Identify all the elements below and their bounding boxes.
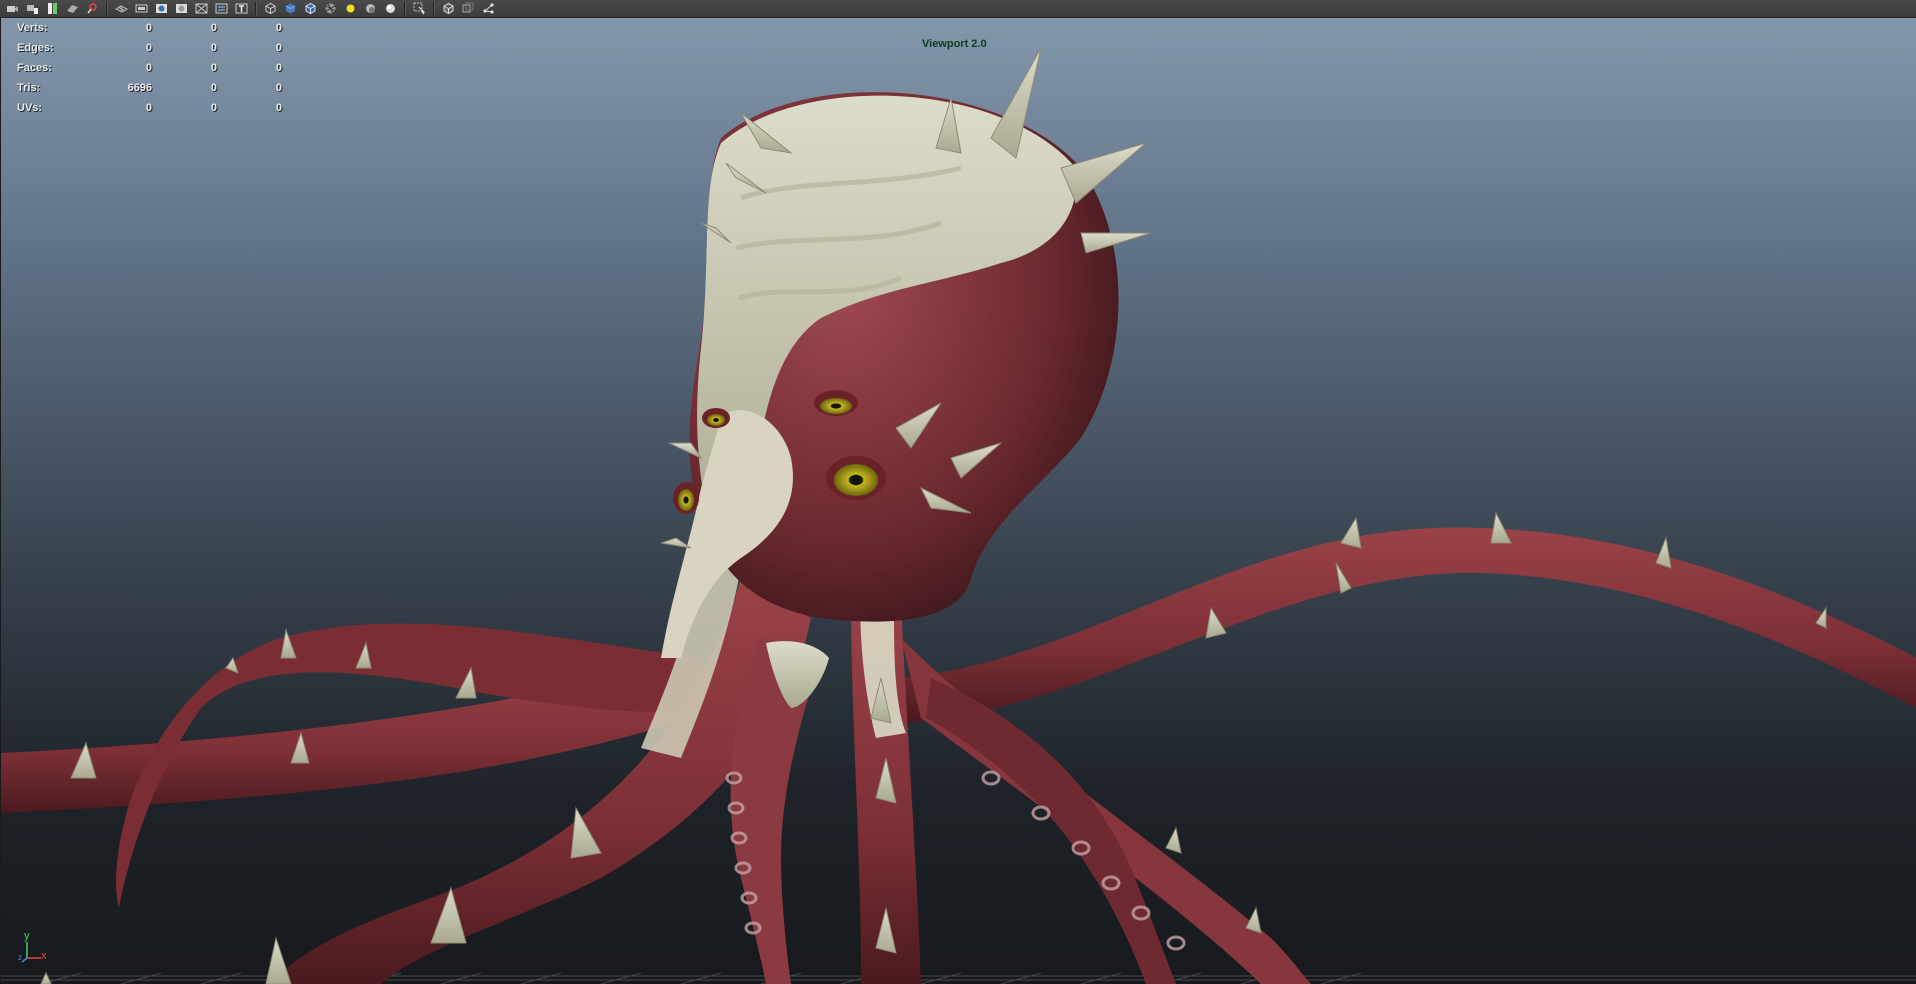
ambient-occlusion-icon[interactable] <box>382 1 398 16</box>
hud-value: 0 <box>275 22 282 34</box>
hud-value: 0 <box>145 22 152 34</box>
3d-viewport[interactable]: Verts: 0 0 0 Edges: 0 0 0 Faces: 0 0 0 T… <box>0 18 1916 984</box>
poly-count-hud: Verts: 0 0 0 Edges: 0 0 0 Faces: 0 0 0 T… <box>17 18 282 118</box>
toolbar-separator <box>106 2 108 15</box>
hud-row-faces: Faces: 0 0 0 <box>17 58 282 78</box>
hud-value: 0 <box>210 62 217 74</box>
safe-action-icon[interactable] <box>213 1 229 16</box>
hud-value: 0 <box>210 42 217 54</box>
field-chart-icon[interactable] <box>193 1 209 16</box>
hud-label: Faces: <box>17 62 52 74</box>
textured-icon[interactable] <box>322 1 338 16</box>
2d-pan-zoom-icon[interactable] <box>84 1 100 16</box>
panel-toolbar <box>0 0 1916 18</box>
toolbar-separator <box>404 2 406 15</box>
axis-gizmo: y x z <box>18 930 47 963</box>
xray-active-icon[interactable] <box>480 1 496 16</box>
hud-value: 0 <box>145 102 152 114</box>
tentacle-right-under <box>926 678 1176 984</box>
hud-value: 6696 <box>127 82 152 94</box>
bookmark-icon[interactable] <box>44 1 60 16</box>
default-light-icon[interactable] <box>342 1 358 16</box>
hud-value: 0 <box>210 82 217 94</box>
hud-label: UVs: <box>17 102 43 114</box>
axis-y-label: y <box>24 930 30 942</box>
xray-icon[interactable] <box>411 1 427 16</box>
hud-value: 0 <box>275 82 282 94</box>
hud-row-edges: Edges: 0 0 0 <box>17 38 282 58</box>
xray-joints-icon[interactable] <box>460 1 476 16</box>
axis-z-label: z <box>18 953 22 962</box>
hud-value: 0 <box>210 22 217 34</box>
gate-mask-icon[interactable] <box>173 1 189 16</box>
wireframe-icon[interactable] <box>262 1 278 16</box>
hud-value: 0 <box>145 62 152 74</box>
hud-value: 0 <box>210 102 217 114</box>
hud-value: 0 <box>145 42 152 54</box>
image-plane-icon[interactable] <box>64 1 80 16</box>
isolate-select-icon[interactable] <box>440 1 456 16</box>
resolution-gate-icon[interactable] <box>153 1 169 16</box>
hud-label: Verts: <box>17 22 48 34</box>
smooth-shade-icon[interactable] <box>282 1 298 16</box>
hud-label: Tris: <box>17 82 41 94</box>
shade-wireframe-icon[interactable] <box>302 1 318 16</box>
hud-label: Edges: <box>17 42 54 54</box>
creature-model[interactable] <box>1 18 1916 984</box>
grid-icon[interactable] <box>113 1 129 16</box>
camera-attributes-icon[interactable] <box>24 1 40 16</box>
tentacle-far-right <box>901 527 1916 723</box>
toolbar-separator <box>255 2 257 15</box>
hud-value: 0 <box>275 62 282 74</box>
axis-x-label: x <box>41 950 47 962</box>
hud-row-verts: Verts: 0 0 0 <box>17 18 282 38</box>
camera-select-icon[interactable] <box>4 1 20 16</box>
safe-title-icon[interactable] <box>233 1 249 16</box>
hud-value: 0 <box>275 102 282 114</box>
shadows-icon[interactable] <box>362 1 378 16</box>
hud-value: 0 <box>275 42 282 54</box>
hud-row-uvs: UVs: 0 0 0 <box>17 98 282 118</box>
hud-row-tris: Tris: 6696 0 0 <box>17 78 282 98</box>
maya-viewport-window: Verts: 0 0 0 Edges: 0 0 0 Faces: 0 0 0 T… <box>0 0 1916 984</box>
renderer-label: Viewport 2.0 <box>922 38 987 50</box>
film-gate-icon[interactable] <box>133 1 149 16</box>
toolbar-separator <box>433 2 435 15</box>
